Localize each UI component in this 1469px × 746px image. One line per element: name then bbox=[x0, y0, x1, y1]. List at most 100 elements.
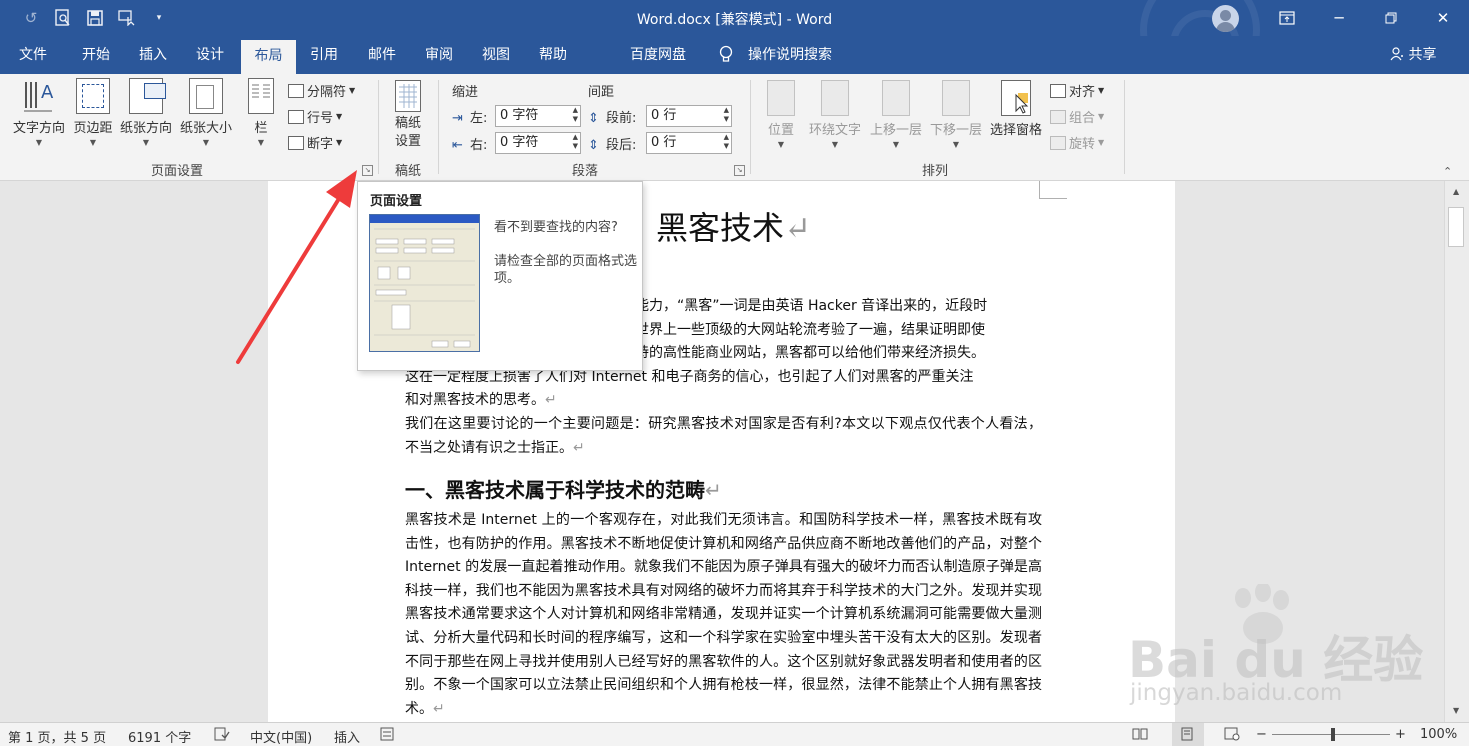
ribbon-display-options-icon[interactable] bbox=[1261, 0, 1313, 36]
tab-design[interactable]: 设计 bbox=[184, 36, 236, 74]
paragraph-dialog-launcher-icon[interactable]: ↘ bbox=[734, 165, 745, 176]
scrollbar-thumb[interactable] bbox=[1448, 207, 1464, 247]
wrap-text-icon bbox=[821, 80, 849, 116]
spacing-before-input[interactable]: 0 行 ▲ ▼ bbox=[646, 105, 732, 127]
restore-icon[interactable] bbox=[1365, 0, 1417, 36]
send-backward-button[interactable]: 下移一层 ▼ bbox=[926, 80, 986, 149]
language-status[interactable]: 中文(中国) bbox=[250, 727, 312, 746]
paragraph-question-text: 我们在这里要讨论的一个主要问题是：研究黑客技术对国家是否有利?本文以下观点仅代表… bbox=[405, 416, 1042, 456]
selection-pane-button[interactable]: 选择窗格 bbox=[986, 80, 1046, 138]
tab-references[interactable]: 引用 bbox=[298, 36, 350, 74]
bring-forward-button[interactable]: 上移一层 ▼ bbox=[866, 80, 926, 149]
tab-help[interactable]: 帮助 bbox=[527, 36, 579, 74]
spacing-before-label: ⇕ 段前: bbox=[588, 107, 636, 126]
align-button[interactable]: 对齐 ▼ bbox=[1050, 81, 1104, 100]
indent-left-input[interactable]: 0 字符 ▲ ▼ bbox=[495, 105, 581, 127]
zoom-out-button[interactable]: − bbox=[1256, 727, 1267, 742]
scroll-down-icon[interactable]: ▼ bbox=[1453, 706, 1459, 715]
spacing-before-icon: ⇕ bbox=[588, 111, 599, 126]
tab-review[interactable]: 审阅 bbox=[413, 36, 465, 74]
close-icon[interactable]: ✕ bbox=[1417, 0, 1469, 36]
position-label: 位置 bbox=[767, 123, 794, 138]
align-label: 对齐 bbox=[1069, 85, 1096, 100]
wrap-text-label: 环绕文字 bbox=[808, 123, 861, 138]
columns-button[interactable]: 栏 ▼ bbox=[244, 78, 278, 147]
read-mode-icon[interactable] bbox=[1132, 727, 1148, 745]
print-layout-icon[interactable] bbox=[1172, 723, 1204, 746]
tab-insert[interactable]: 插入 bbox=[127, 36, 179, 74]
chevron-down-icon: ▼ bbox=[349, 86, 356, 95]
chevron-down-icon: ▼ bbox=[1098, 86, 1105, 95]
save-icon[interactable] bbox=[82, 7, 108, 29]
spacing-before-value: 0 行 bbox=[651, 108, 677, 123]
tab-layout[interactable]: 布局 bbox=[241, 40, 296, 74]
section-heading: 一、黑客技术属于科学技术的范畴↵ bbox=[405, 474, 722, 503]
position-button[interactable]: 位置 ▼ bbox=[760, 80, 802, 149]
orientation-icon bbox=[129, 78, 166, 114]
spinner-arrows-icon[interactable]: ▲ ▼ bbox=[573, 133, 578, 151]
breaks-button[interactable]: 分隔符 ▼ bbox=[288, 81, 355, 100]
size-button[interactable]: 纸张大小 ▼ bbox=[176, 78, 236, 147]
zoom-in-button[interactable]: + bbox=[1395, 727, 1406, 742]
margins-inner-icon bbox=[82, 84, 104, 108]
indent-right-input[interactable]: 0 字符 ▲ ▼ bbox=[495, 132, 581, 154]
user-avatar[interactable] bbox=[1212, 5, 1239, 32]
vertical-scrollbar[interactable]: ▲ ▼ bbox=[1444, 181, 1469, 722]
orientation-button[interactable]: 纸张方向 ▼ bbox=[116, 78, 176, 147]
paragraph-body: 黑客技术是 Internet 上的一个客观存在，对此我们无须讳言。和国防科学技术… bbox=[405, 509, 1042, 721]
manuscript-icon bbox=[395, 80, 421, 112]
spacing-after-input[interactable]: 0 行 ▲ ▼ bbox=[646, 132, 732, 154]
send-backward-label: 下移一层 bbox=[929, 123, 982, 138]
group-objects-label: 组合 bbox=[1069, 111, 1096, 126]
tab-baidu-netdisk[interactable]: 百度网盘 bbox=[620, 36, 696, 74]
undo-icon[interactable]: ↺ bbox=[18, 7, 44, 29]
tell-me-search[interactable]: 操作说明搜索 bbox=[742, 36, 838, 74]
spinner-arrows-icon[interactable]: ▲ ▼ bbox=[724, 133, 729, 151]
page-setup-tooltip: 页面设置 看不到要查找的内容? 请检查全部的页面格式选项。 bbox=[357, 181, 643, 371]
tab-view[interactable]: 视图 bbox=[470, 36, 522, 74]
page-count-status[interactable]: 第 1 页，共 5 页 bbox=[8, 727, 106, 746]
columns-icon bbox=[248, 78, 274, 114]
rotate-label: 旋转 bbox=[1069, 137, 1096, 152]
margins-button[interactable]: 页边距 ▼ bbox=[70, 78, 116, 147]
group-objects-button[interactable]: 组合 ▼ bbox=[1050, 107, 1104, 126]
rotate-button[interactable]: 旋转 ▼ bbox=[1050, 133, 1104, 152]
position-icon bbox=[767, 80, 795, 116]
tab-file[interactable]: 文件 bbox=[8, 36, 58, 74]
text-direction-button[interactable]: A 文字方向 ▼ bbox=[8, 78, 70, 147]
wrap-text-button[interactable]: 环绕文字 ▼ bbox=[804, 80, 866, 149]
touch-mode-icon[interactable] bbox=[114, 7, 140, 29]
spinner-arrows-icon[interactable]: ▲ ▼ bbox=[573, 106, 578, 124]
document-title-text: 黑客技术 bbox=[656, 209, 785, 247]
word-count-status[interactable]: 6191 个字 bbox=[128, 727, 191, 746]
collapse-ribbon-icon[interactable]: ⌃ bbox=[1443, 165, 1452, 178]
spinner-arrows-icon[interactable]: ▲ ▼ bbox=[724, 106, 729, 124]
line-numbers-button[interactable]: 行号 ▼ bbox=[288, 107, 342, 126]
hyphenation-button[interactable]: 断字 ▼ bbox=[288, 133, 342, 152]
customize-qat-icon[interactable]: ▾ bbox=[146, 7, 172, 29]
paragraph-mark: ↵ bbox=[433, 700, 445, 717]
indent-left-text: 左: bbox=[470, 111, 488, 126]
breaks-label: 分隔符 bbox=[307, 85, 347, 100]
manuscript-settings-button[interactable]: 稿纸 设置 bbox=[386, 80, 430, 151]
scroll-up-icon[interactable]: ▲ bbox=[1453, 187, 1459, 196]
zoom-slider-thumb[interactable] bbox=[1331, 728, 1335, 741]
chevron-down-icon: ▼ bbox=[202, 138, 210, 147]
page-setup-dialog-launcher-icon[interactable]: ↘ bbox=[362, 165, 373, 176]
tab-home[interactable]: 开始 bbox=[70, 36, 122, 74]
macro-recording-icon[interactable] bbox=[380, 727, 394, 745]
svg-text:A: A bbox=[41, 82, 54, 103]
indent-left-label: ⇥ 左: bbox=[452, 107, 487, 126]
group-separator bbox=[438, 80, 439, 174]
zoom-level[interactable]: 100% bbox=[1420, 727, 1457, 742]
print-preview-icon[interactable] bbox=[50, 7, 76, 29]
tab-mailings[interactable]: 邮件 bbox=[356, 36, 408, 74]
web-layout-icon[interactable] bbox=[1224, 727, 1240, 745]
minimize-icon[interactable]: ─ bbox=[1313, 0, 1365, 36]
insert-mode-status[interactable]: 插入 bbox=[334, 727, 360, 746]
proofing-icon[interactable] bbox=[214, 727, 230, 745]
share-button[interactable]: 共享 bbox=[1390, 36, 1436, 74]
chevron-down-icon: ▼ bbox=[89, 138, 97, 147]
chevron-down-icon: ▼ bbox=[952, 140, 960, 149]
chevron-down-icon: ▼ bbox=[35, 138, 43, 147]
